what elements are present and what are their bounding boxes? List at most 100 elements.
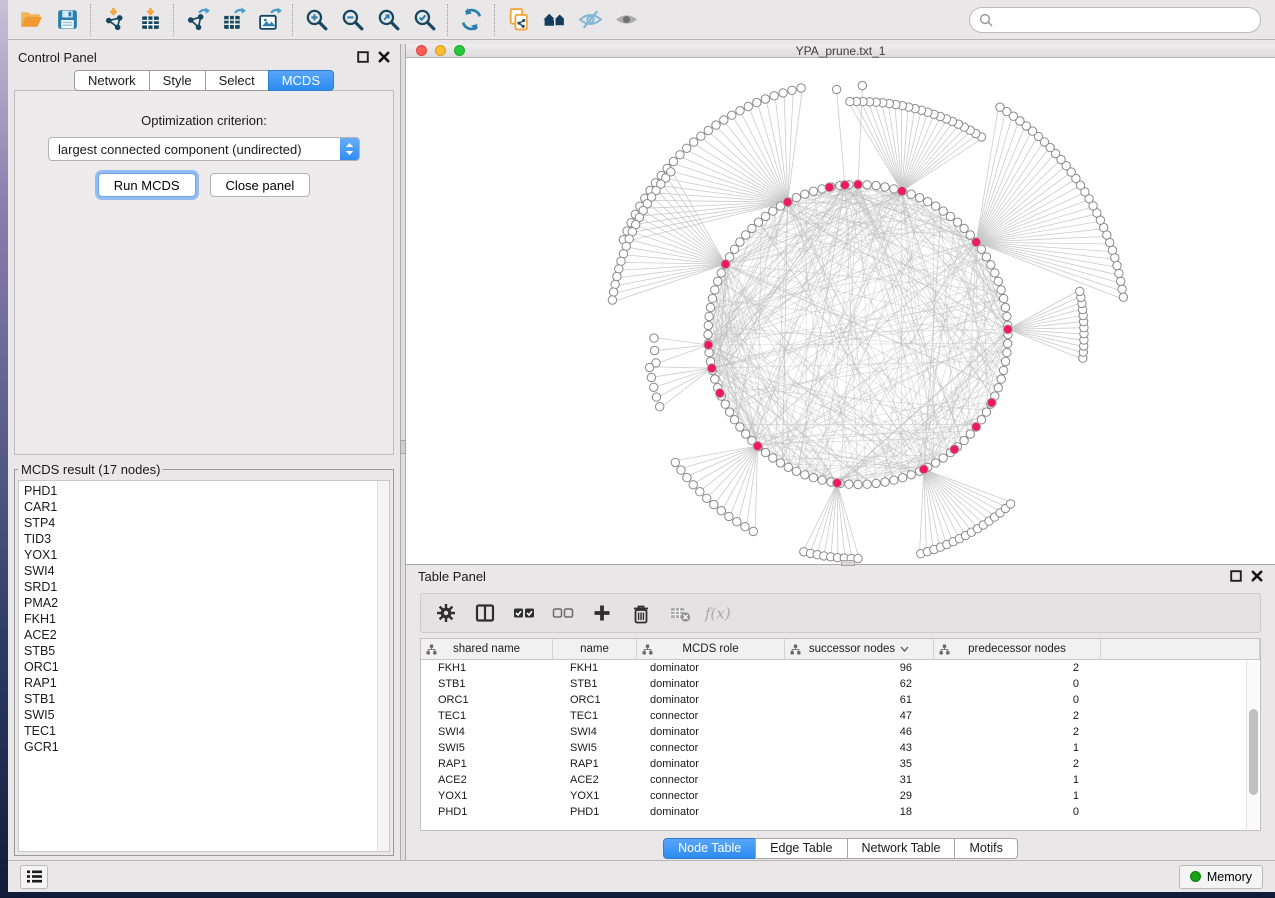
network-node[interactable] (753, 98, 761, 106)
criterion-select[interactable]: largest connected component (undirected) (48, 137, 360, 161)
network-node[interactable] (846, 97, 854, 105)
open-file-button[interactable] (13, 4, 49, 36)
network-node[interactable] (761, 212, 769, 220)
network-node[interactable] (704, 321, 712, 329)
network-node[interactable] (761, 448, 769, 456)
network-node[interactable] (939, 454, 947, 462)
dominator-node[interactable] (853, 180, 862, 189)
dominator-node[interactable] (753, 441, 762, 450)
network-node[interactable] (931, 202, 939, 210)
table-settings-button[interactable] (431, 598, 461, 628)
network-node[interactable] (671, 458, 679, 466)
dominator-node[interactable] (950, 445, 959, 454)
network-node[interactable] (647, 373, 655, 381)
network-node[interactable] (736, 423, 744, 431)
zoom-selected-button[interactable] (406, 4, 442, 36)
result-item[interactable]: ACE2 (24, 627, 377, 643)
network-node[interactable] (710, 500, 718, 508)
network-node[interactable] (801, 471, 809, 479)
search-input[interactable] (999, 12, 1251, 27)
network-node[interactable] (683, 144, 691, 152)
network-node[interactable] (960, 224, 968, 232)
network-node[interactable] (809, 187, 817, 195)
network-node[interactable] (854, 480, 862, 488)
network-node[interactable] (1108, 246, 1116, 254)
network-canvas[interactable] (406, 58, 1275, 564)
close-table-panel-icon[interactable] (1251, 570, 1263, 582)
network-node[interactable] (615, 265, 623, 273)
network-node[interactable] (946, 212, 954, 220)
export-image-button[interactable] (251, 4, 287, 36)
result-item[interactable]: SWI4 (24, 563, 377, 579)
network-node[interactable] (711, 286, 719, 294)
zoom-in-button[interactable] (298, 4, 334, 36)
tab-network[interactable]: Network (74, 70, 150, 91)
network-node[interactable] (769, 207, 777, 215)
network-node[interactable] (809, 474, 817, 482)
result-item[interactable]: TEC1 (24, 723, 377, 739)
table-row[interactable]: RAP1RAP1dominator352 (421, 756, 1260, 772)
float-panel-icon[interactable] (357, 51, 369, 63)
zoom-fit-button[interactable] (370, 4, 406, 36)
delete-column-button[interactable] (626, 598, 656, 628)
network-node[interactable] (744, 102, 752, 110)
dominator-node[interactable] (707, 364, 716, 373)
dominator-node[interactable] (919, 465, 928, 474)
network-node[interactable] (645, 363, 653, 371)
network-node[interactable] (818, 476, 826, 484)
table-row[interactable]: YOX1YOX1connector291 (421, 788, 1260, 804)
network-node[interactable] (991, 269, 999, 277)
network-node[interactable] (611, 280, 619, 288)
network-node[interactable] (858, 81, 866, 89)
network-node[interactable] (863, 181, 871, 189)
export-table-button[interactable] (215, 4, 251, 36)
save-session-button[interactable] (49, 4, 85, 36)
network-node[interactable] (720, 116, 728, 124)
dominator-node[interactable] (1003, 325, 1012, 334)
tab-style[interactable]: Style (149, 70, 206, 91)
network-node[interactable] (704, 330, 712, 338)
table-row[interactable]: FKH1FKH1dominator962 (421, 660, 1260, 676)
network-node[interactable] (987, 261, 995, 269)
result-item[interactable]: SWI5 (24, 707, 377, 723)
table-scrollbar[interactable] (1246, 661, 1259, 829)
result-item[interactable]: STP4 (24, 515, 377, 531)
network-node[interactable] (617, 257, 625, 265)
network-node[interactable] (769, 454, 777, 462)
network-node[interactable] (704, 126, 712, 134)
network-node[interactable] (650, 346, 658, 354)
network-node[interactable] (1006, 500, 1014, 508)
network-node[interactable] (706, 303, 714, 311)
result-item[interactable]: YOX1 (24, 547, 377, 563)
result-item[interactable]: RAP1 (24, 675, 377, 691)
network-node[interactable] (966, 430, 974, 438)
network-node[interactable] (960, 436, 968, 444)
network-node[interactable] (754, 218, 762, 226)
network-node[interactable] (788, 86, 796, 94)
network-node[interactable] (1001, 303, 1009, 311)
network-node[interactable] (801, 190, 809, 198)
column-header-successor-nodes[interactable]: successor nodes (785, 639, 934, 659)
dominator-node[interactable] (987, 398, 996, 407)
result-item[interactable]: ORC1 (24, 659, 377, 675)
result-item[interactable]: GCR1 (24, 739, 377, 755)
network-node[interactable] (677, 466, 685, 474)
dominator-node[interactable] (721, 260, 730, 269)
dominator-node[interactable] (972, 422, 981, 431)
dominator-node[interactable] (972, 238, 981, 247)
result-item[interactable]: FKH1 (24, 611, 377, 627)
network-node[interactable] (890, 476, 898, 484)
network-node[interactable] (792, 194, 800, 202)
panel-menu-button[interactable] (20, 865, 48, 889)
network-node[interactable] (881, 183, 889, 191)
table-scrollbar-thumb[interactable] (1249, 709, 1258, 795)
network-node[interactable] (953, 218, 961, 226)
first-neighbors-button[interactable] (536, 4, 572, 36)
table-row[interactable]: TEC1TEC1connector472 (421, 708, 1260, 724)
close-panel-icon[interactable] (378, 51, 390, 63)
network-node[interactable] (1113, 261, 1121, 269)
network-node[interactable] (652, 393, 660, 401)
network-node[interactable] (915, 194, 923, 202)
network-node[interactable] (854, 554, 862, 562)
network-node[interactable] (999, 366, 1007, 374)
